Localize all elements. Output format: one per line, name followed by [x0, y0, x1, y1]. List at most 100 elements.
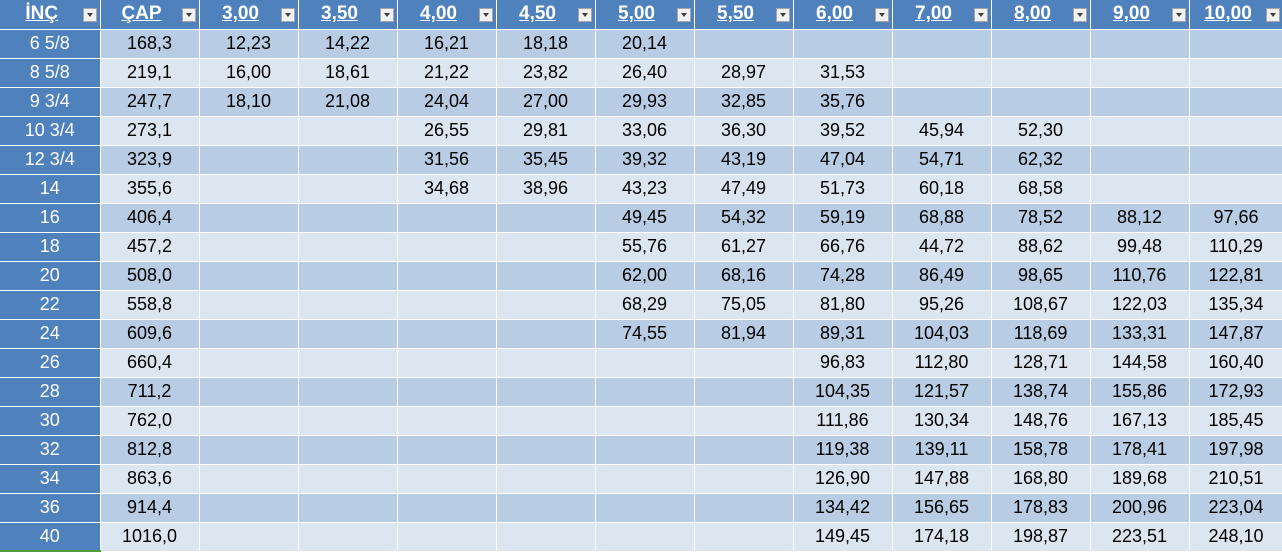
row-label-cell[interactable]: 10 3/4: [0, 116, 101, 146]
table-cell[interactable]: [298, 348, 398, 378]
table-cell[interactable]: [595, 406, 695, 436]
table-cell[interactable]: 32,85: [694, 87, 794, 117]
table-cell[interactable]: 44,72: [892, 232, 992, 262]
table-cell[interactable]: 273,1: [100, 116, 200, 146]
table-cell[interactable]: 39,52: [793, 116, 893, 146]
table-cell[interactable]: 168,3: [100, 29, 200, 59]
table-cell[interactable]: [298, 435, 398, 465]
table-cell[interactable]: 16,00: [199, 58, 299, 88]
table-cell[interactable]: 135,34: [1189, 290, 1282, 320]
column-header-4[interactable]: 4,00: [397, 0, 497, 30]
table-cell[interactable]: 68,29: [595, 290, 695, 320]
row-label-cell[interactable]: 12 3/4: [0, 145, 101, 175]
table-cell[interactable]: [199, 348, 299, 378]
table-cell[interactable]: 29,93: [595, 87, 695, 117]
table-cell[interactable]: 160,40: [1189, 348, 1282, 378]
table-cell[interactable]: 172,93: [1189, 377, 1282, 407]
table-cell[interactable]: 119,38: [793, 435, 893, 465]
table-cell[interactable]: [595, 348, 695, 378]
column-header-5[interactable]: 4,50: [496, 0, 596, 30]
table-cell[interactable]: [298, 493, 398, 523]
table-cell[interactable]: 609,6: [100, 319, 200, 349]
table-cell[interactable]: 26,55: [397, 116, 497, 146]
table-cell[interactable]: 54,71: [892, 145, 992, 175]
table-cell[interactable]: [199, 464, 299, 494]
table-cell[interactable]: 110,29: [1189, 232, 1282, 262]
table-cell[interactable]: 60,18: [892, 174, 992, 204]
table-cell[interactable]: 558,8: [100, 290, 200, 320]
table-cell[interactable]: 51,73: [793, 174, 893, 204]
table-cell[interactable]: [496, 232, 596, 262]
table-cell[interactable]: [397, 435, 497, 465]
table-cell[interactable]: [397, 319, 497, 349]
table-cell[interactable]: 168,80: [991, 464, 1091, 494]
table-cell[interactable]: 43,23: [595, 174, 695, 204]
table-cell[interactable]: [694, 348, 794, 378]
table-cell[interactable]: 147,88: [892, 464, 992, 494]
table-cell[interactable]: [199, 174, 299, 204]
row-label-cell[interactable]: 36: [0, 493, 101, 523]
table-cell[interactable]: 27,00: [496, 87, 596, 117]
table-cell[interactable]: [694, 464, 794, 494]
table-cell[interactable]: 16,21: [397, 29, 497, 59]
table-cell[interactable]: [496, 435, 596, 465]
table-cell[interactable]: [1090, 145, 1190, 175]
table-cell[interactable]: 185,45: [1189, 406, 1282, 436]
row-label-cell[interactable]: 9 3/4: [0, 87, 101, 117]
table-cell[interactable]: [199, 203, 299, 233]
table-cell[interactable]: [991, 58, 1091, 88]
table-cell[interactable]: 38,96: [496, 174, 596, 204]
table-cell[interactable]: [1189, 29, 1282, 59]
filter-dropdown-icon[interactable]: [379, 8, 394, 22]
table-cell[interactable]: [397, 493, 497, 523]
column-header-7[interactable]: 5,50: [694, 0, 794, 30]
table-cell[interactable]: 128,71: [991, 348, 1091, 378]
table-cell[interactable]: 110,76: [1090, 261, 1190, 291]
table-cell[interactable]: 88,62: [991, 232, 1091, 262]
table-cell[interactable]: 138,74: [991, 377, 1091, 407]
table-cell[interactable]: 508,0: [100, 261, 200, 291]
table-cell[interactable]: [1189, 145, 1282, 175]
table-cell[interactable]: 21,08: [298, 87, 398, 117]
table-cell[interactable]: [199, 145, 299, 175]
table-cell[interactable]: 104,35: [793, 377, 893, 407]
table-cell[interactable]: [397, 464, 497, 494]
table-cell[interactable]: 89,31: [793, 319, 893, 349]
table-cell[interactable]: [199, 435, 299, 465]
table-cell[interactable]: 104,03: [892, 319, 992, 349]
table-cell[interactable]: [694, 29, 794, 59]
table-cell[interactable]: 31,53: [793, 58, 893, 88]
table-cell[interactable]: [298, 464, 398, 494]
table-cell[interactable]: 457,2: [100, 232, 200, 262]
column-header-3[interactable]: 3,50: [298, 0, 398, 30]
column-header-8[interactable]: 6,00: [793, 0, 893, 30]
table-cell[interactable]: 863,6: [100, 464, 200, 494]
table-cell[interactable]: 62,32: [991, 145, 1091, 175]
table-cell[interactable]: [1090, 29, 1190, 59]
table-cell[interactable]: 112,80: [892, 348, 992, 378]
table-cell[interactable]: [298, 261, 398, 291]
table-cell[interactable]: [1189, 174, 1282, 204]
table-cell[interactable]: 148,76: [991, 406, 1091, 436]
table-cell[interactable]: 406,4: [100, 203, 200, 233]
table-cell[interactable]: [694, 406, 794, 436]
column-header-1[interactable]: ÇAP: [100, 0, 200, 30]
row-label-cell[interactable]: 6 5/8: [0, 29, 101, 59]
row-label-cell[interactable]: 16: [0, 203, 101, 233]
table-cell[interactable]: 219,1: [100, 58, 200, 88]
table-cell[interactable]: [199, 406, 299, 436]
table-cell[interactable]: 18,61: [298, 58, 398, 88]
filter-dropdown-icon[interactable]: [1072, 8, 1087, 22]
table-cell[interactable]: 156,65: [892, 493, 992, 523]
filter-dropdown-icon[interactable]: [280, 8, 295, 22]
table-cell[interactable]: [694, 377, 794, 407]
table-cell[interactable]: [1090, 58, 1190, 88]
table-cell[interactable]: [397, 377, 497, 407]
table-cell[interactable]: 99,48: [1090, 232, 1190, 262]
table-cell[interactable]: [397, 348, 497, 378]
table-cell[interactable]: [1189, 58, 1282, 88]
table-cell[interactable]: 14,22: [298, 29, 398, 59]
table-cell[interactable]: 45,94: [892, 116, 992, 146]
table-cell[interactable]: [298, 377, 398, 407]
table-cell[interactable]: [199, 232, 299, 262]
